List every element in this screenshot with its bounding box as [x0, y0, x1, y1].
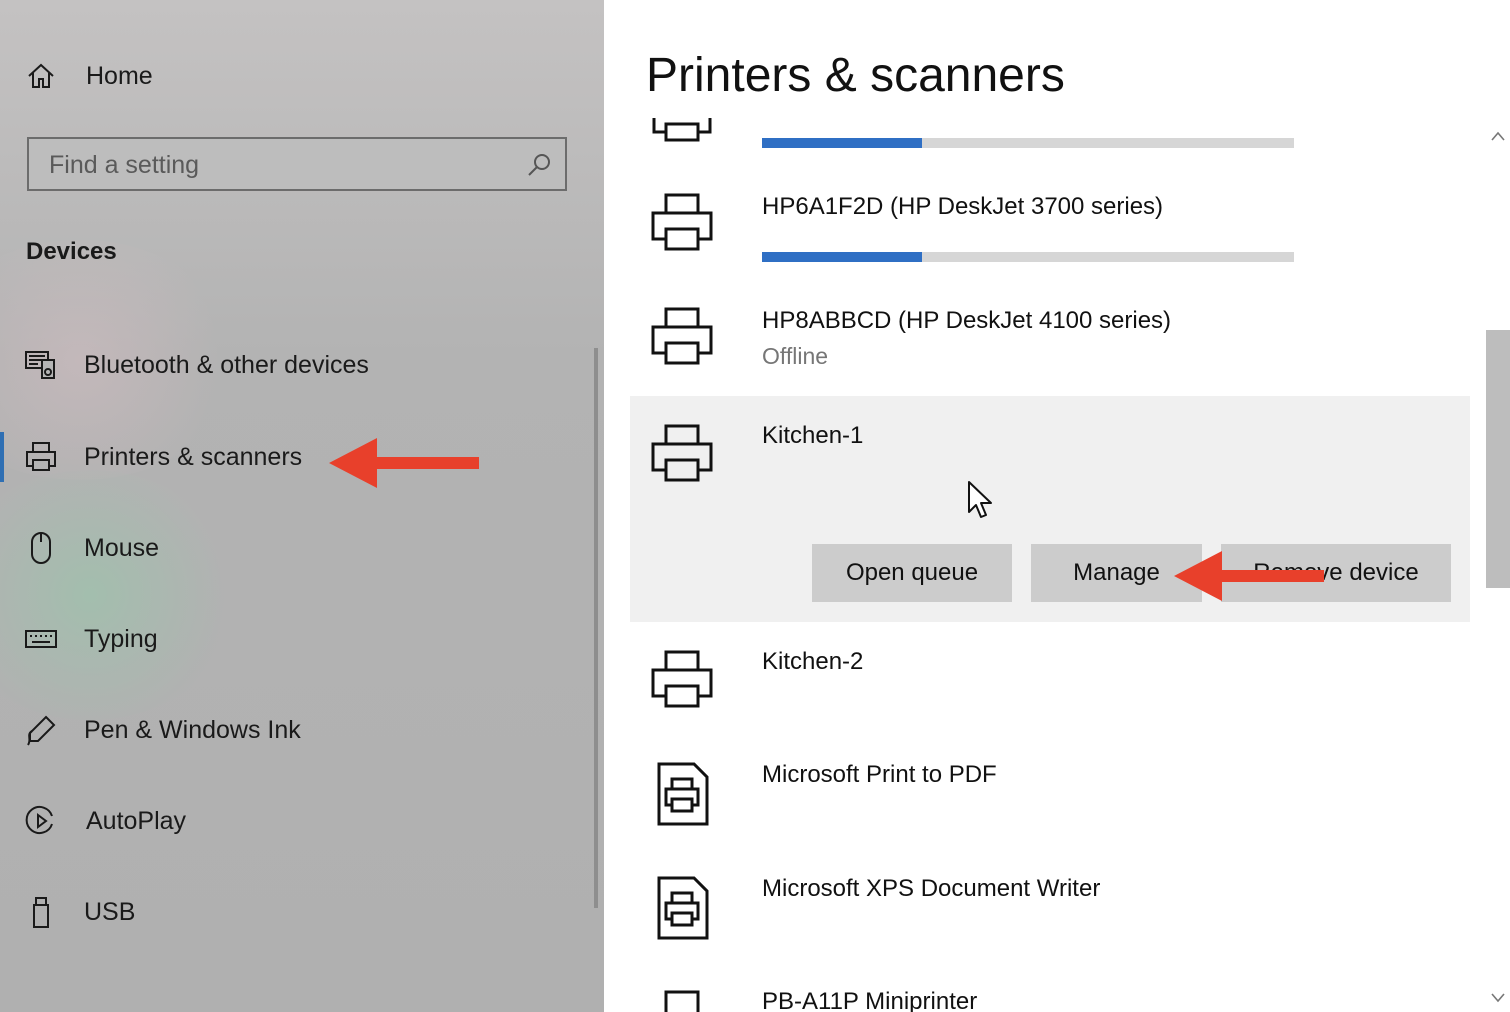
- sidebar-item-label: Mouse: [84, 533, 160, 562]
- autoplay-icon: [24, 804, 58, 838]
- progress-bar: [762, 252, 1294, 262]
- printer-icon: [652, 118, 712, 142]
- printer-icon: [24, 440, 58, 474]
- sidebar-item-usb[interactable]: USB: [0, 882, 560, 942]
- printer-icon: [651, 193, 713, 251]
- pen-icon: [24, 713, 58, 747]
- printer-status: Offline: [762, 343, 829, 369]
- home-label: Home: [86, 61, 153, 90]
- sidebar-item-mouse[interactable]: Mouse: [0, 518, 560, 578]
- virtual-printer-icon: [657, 762, 709, 826]
- scroll-up-icon[interactable]: [1490, 130, 1506, 142]
- search-input[interactable]: [29, 139, 541, 191]
- sidebar-item-typing[interactable]: Typing: [0, 609, 560, 669]
- printer-item[interactable]: [630, 110, 1470, 160]
- search-box[interactable]: [27, 137, 567, 191]
- printer-item[interactable]: HP6A1F2D (HP DeskJet 3700 series): [630, 185, 1470, 285]
- printer-icon: [651, 307, 713, 365]
- printer-item[interactable]: Microsoft Print to PDF: [630, 755, 1470, 855]
- sidebar-item-label: USB: [84, 897, 136, 926]
- printer-name: HP8ABBCD (HP DeskJet 4100 series): [762, 307, 1172, 334]
- bluetooth-devices-icon: [24, 348, 58, 382]
- main-panel: Printers & scanners HP6A1F2D (HP DeskJet…: [604, 0, 1510, 1012]
- usb-icon: [24, 895, 58, 929]
- printer-item[interactable]: Kitchen-2: [630, 640, 1470, 740]
- printer-item[interactable]: Microsoft XPS Document Writer: [630, 869, 1470, 969]
- sidebar-item-label: AutoPlay: [86, 806, 187, 835]
- search-icon[interactable]: [525, 151, 553, 184]
- printer-icon: [651, 424, 713, 482]
- printer-item[interactable]: HP8ABBCD (HP DeskJet 4100 series) Offlin…: [630, 299, 1470, 399]
- printer-icon: [664, 990, 700, 1012]
- sidebar-item-label: Bluetooth & other devices: [84, 350, 369, 379]
- keyboard-icon: [24, 622, 58, 656]
- annotation-arrow: [1174, 551, 1324, 601]
- printer-name: Kitchen-1: [762, 422, 864, 449]
- scrollbar-thumb[interactable]: [1486, 330, 1510, 588]
- sidebar-item-pen[interactable]: Pen & Windows Ink: [0, 700, 560, 760]
- printer-name: HP6A1F2D (HP DeskJet 3700 series): [762, 193, 1164, 220]
- virtual-printer-icon: [657, 876, 709, 940]
- sidebar-scrollbar[interactable]: [594, 348, 598, 908]
- sidebar-item-label: Pen & Windows Ink: [84, 715, 301, 744]
- printer-item[interactable]: PB-A11P Miniprinter: [630, 982, 1470, 1012]
- mouse-icon: [24, 531, 58, 565]
- progress-bar: [762, 138, 1294, 148]
- sidebar-item-label: Typing: [84, 624, 158, 653]
- settings-sidebar: Home Devices Bluetooth & other devices: [0, 0, 604, 1012]
- printer-name: Microsoft Print to PDF: [762, 761, 997, 788]
- sidebar-item-label: Printers & scanners: [84, 442, 303, 471]
- section-title: Devices: [26, 238, 117, 265]
- printer-name: Microsoft XPS Document Writer: [762, 875, 1101, 902]
- printer-item-selected[interactable]: Kitchen-1 Open queue Manage Remove devic…: [630, 396, 1470, 622]
- sidebar-item-autoplay[interactable]: AutoPlay: [0, 791, 560, 851]
- home-icon: [24, 59, 58, 93]
- printer-icon: [651, 650, 713, 708]
- page-title: Printers & scanners: [646, 49, 1065, 102]
- home-link[interactable]: Home: [0, 46, 560, 106]
- annotation-arrow: [329, 438, 479, 488]
- printer-name: PB-A11P Miniprinter: [762, 988, 978, 1012]
- sidebar-item-bluetooth[interactable]: Bluetooth & other devices: [0, 335, 560, 395]
- sidebar-tint: [0, 470, 240, 720]
- mouse-cursor-icon: [968, 481, 992, 518]
- printer-name: Kitchen-2: [762, 648, 864, 675]
- scroll-down-icon[interactable]: [1490, 992, 1506, 1004]
- open-queue-button[interactable]: Open queue: [812, 544, 1012, 602]
